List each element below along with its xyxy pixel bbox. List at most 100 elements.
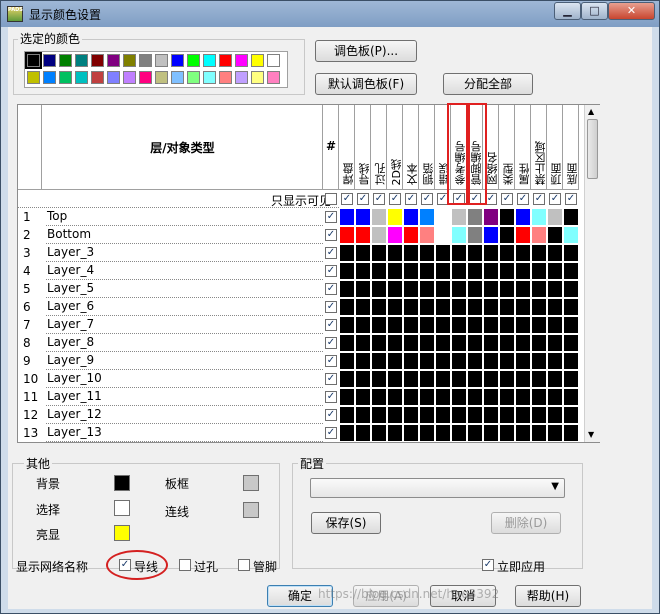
color-cell[interactable] bbox=[451, 262, 467, 280]
color-cell[interactable] bbox=[547, 406, 563, 424]
color-cell[interactable] bbox=[531, 280, 547, 298]
color-cell[interactable] bbox=[355, 388, 371, 406]
color-cell[interactable] bbox=[451, 370, 467, 388]
save-button[interactable]: 保存(S) bbox=[311, 512, 381, 534]
color-cell[interactable] bbox=[499, 334, 515, 352]
column-header[interactable]: 过孔 bbox=[371, 105, 387, 190]
color-cell[interactable] bbox=[355, 298, 371, 316]
color-cell[interactable] bbox=[467, 262, 483, 280]
color-cell[interactable] bbox=[483, 280, 499, 298]
color-cell[interactable] bbox=[515, 280, 531, 298]
pin-checkbox[interactable] bbox=[238, 559, 250, 571]
color-swatch[interactable] bbox=[171, 54, 184, 67]
color-cell[interactable] bbox=[403, 244, 419, 262]
color-cell[interactable] bbox=[435, 226, 451, 244]
color-cell[interactable] bbox=[563, 316, 579, 334]
color-cell[interactable] bbox=[419, 370, 435, 388]
color-cell[interactable] bbox=[403, 298, 419, 316]
color-swatch[interactable] bbox=[43, 71, 56, 84]
highlight-color-swatch[interactable] bbox=[114, 525, 130, 541]
color-cell[interactable] bbox=[451, 316, 467, 334]
column-header[interactable]: 焊盘 bbox=[339, 105, 355, 190]
color-cell[interactable] bbox=[451, 388, 467, 406]
color-cell[interactable] bbox=[499, 262, 515, 280]
color-cell[interactable] bbox=[355, 262, 371, 280]
layer-visible-checkbox[interactable]: ✓ bbox=[325, 337, 337, 349]
color-cell[interactable] bbox=[339, 334, 355, 352]
color-cell[interactable] bbox=[355, 244, 371, 262]
color-cell[interactable] bbox=[419, 208, 435, 226]
color-cell[interactable] bbox=[435, 244, 451, 262]
color-swatch[interactable] bbox=[75, 54, 88, 67]
color-cell[interactable] bbox=[387, 244, 403, 262]
color-cell[interactable] bbox=[499, 352, 515, 370]
color-cell[interactable] bbox=[515, 208, 531, 226]
color-cell[interactable] bbox=[499, 370, 515, 388]
color-cell[interactable] bbox=[547, 352, 563, 370]
color-cell[interactable] bbox=[339, 208, 355, 226]
scrollbar-thumb[interactable] bbox=[587, 119, 598, 179]
color-cell[interactable] bbox=[515, 316, 531, 334]
color-cell[interactable] bbox=[451, 280, 467, 298]
selection-color-swatch[interactable] bbox=[114, 500, 130, 516]
color-cell[interactable] bbox=[355, 406, 371, 424]
color-cell[interactable] bbox=[419, 406, 435, 424]
color-cell[interactable] bbox=[499, 280, 515, 298]
color-cell[interactable] bbox=[483, 316, 499, 334]
color-cell[interactable] bbox=[387, 388, 403, 406]
color-cell[interactable] bbox=[419, 316, 435, 334]
color-cell[interactable] bbox=[435, 424, 451, 442]
color-cell[interactable] bbox=[547, 226, 563, 244]
color-cell[interactable] bbox=[515, 352, 531, 370]
color-cell[interactable] bbox=[563, 388, 579, 406]
color-cell[interactable] bbox=[483, 262, 499, 280]
color-cell[interactable] bbox=[339, 316, 355, 334]
color-cell[interactable] bbox=[339, 406, 355, 424]
color-cell[interactable] bbox=[499, 208, 515, 226]
color-cell[interactable] bbox=[563, 352, 579, 370]
layer-visible-checkbox[interactable]: ✓ bbox=[325, 265, 337, 277]
color-swatch[interactable] bbox=[91, 54, 104, 67]
color-cell[interactable] bbox=[531, 244, 547, 262]
color-cell[interactable] bbox=[467, 298, 483, 316]
color-swatch[interactable] bbox=[43, 54, 56, 67]
color-cell[interactable] bbox=[563, 226, 579, 244]
via-checkbox[interactable] bbox=[179, 559, 191, 571]
layer-visible-checkbox[interactable]: ✓ bbox=[325, 283, 337, 295]
color-cell[interactable] bbox=[547, 280, 563, 298]
color-swatch[interactable] bbox=[59, 71, 72, 84]
color-cell[interactable] bbox=[483, 226, 499, 244]
color-swatch[interactable] bbox=[91, 71, 104, 84]
palette-button[interactable]: 调色板(P)... bbox=[315, 40, 417, 62]
color-cell[interactable] bbox=[563, 406, 579, 424]
color-cell[interactable] bbox=[515, 424, 531, 442]
color-cell[interactable] bbox=[531, 424, 547, 442]
color-cell[interactable] bbox=[563, 280, 579, 298]
color-cell[interactable] bbox=[531, 352, 547, 370]
color-cell[interactable] bbox=[403, 424, 419, 442]
color-cell[interactable] bbox=[339, 352, 355, 370]
visibility-all-checkbox[interactable] bbox=[325, 193, 337, 205]
color-swatch[interactable] bbox=[59, 54, 72, 67]
color-cell[interactable] bbox=[547, 370, 563, 388]
color-cell[interactable] bbox=[435, 406, 451, 424]
color-swatch[interactable] bbox=[171, 71, 184, 84]
color-cell[interactable] bbox=[451, 244, 467, 262]
color-cell[interactable] bbox=[499, 298, 515, 316]
color-cell[interactable] bbox=[483, 388, 499, 406]
color-cell[interactable] bbox=[499, 406, 515, 424]
color-cell[interactable] bbox=[531, 208, 547, 226]
color-cell[interactable] bbox=[547, 298, 563, 316]
color-cell[interactable] bbox=[515, 244, 531, 262]
color-cell[interactable] bbox=[419, 226, 435, 244]
color-cell[interactable] bbox=[451, 208, 467, 226]
color-swatch[interactable] bbox=[75, 71, 88, 84]
color-swatch[interactable] bbox=[107, 54, 120, 67]
color-cell[interactable] bbox=[483, 406, 499, 424]
layer-visible-checkbox[interactable]: ✓ bbox=[325, 427, 337, 439]
color-cell[interactable] bbox=[419, 388, 435, 406]
color-cell[interactable] bbox=[371, 316, 387, 334]
color-cell[interactable] bbox=[339, 370, 355, 388]
color-cell[interactable] bbox=[419, 244, 435, 262]
column-visibility-checkbox[interactable]: ✓ bbox=[341, 193, 353, 205]
